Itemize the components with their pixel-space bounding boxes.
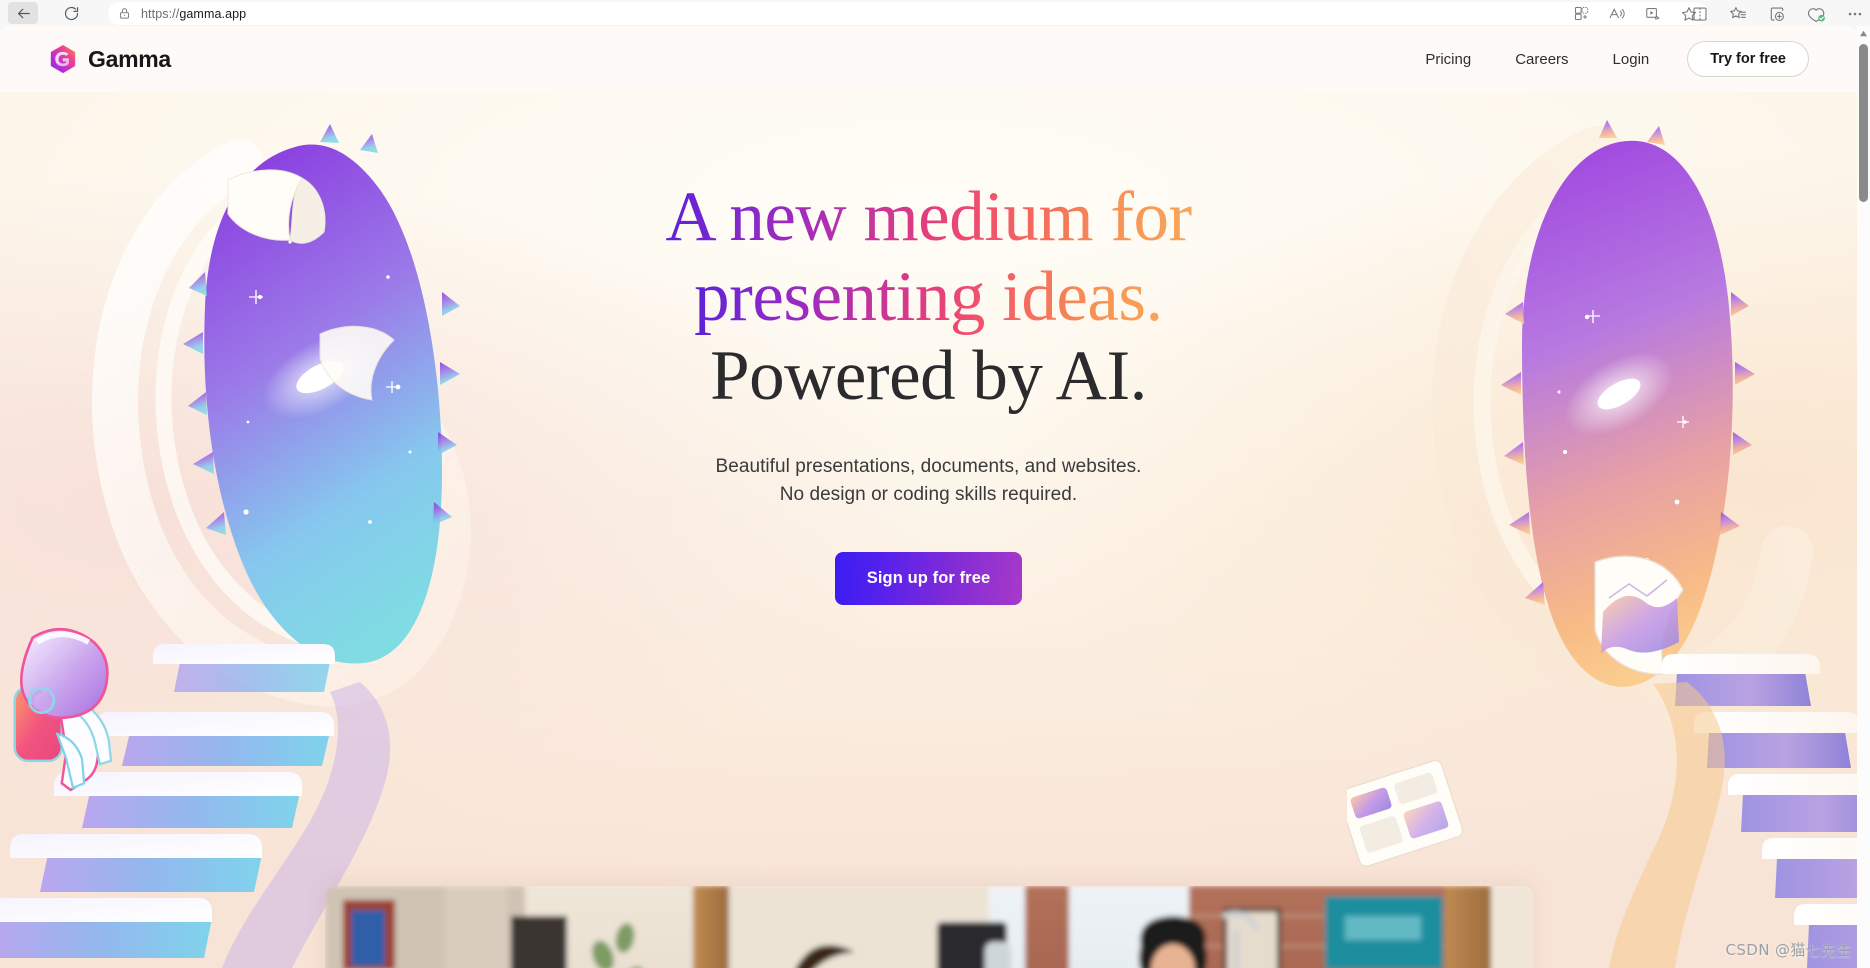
address-bar[interactable]: https://gamma.app xyxy=(108,2,1708,25)
browser-actions xyxy=(1691,2,1864,25)
nav-item-pricing[interactable]: Pricing xyxy=(1403,43,1493,76)
headline-line-1: A new medium for xyxy=(665,178,1192,256)
reload-button[interactable] xyxy=(56,2,86,24)
site-header: Gamma Pricing Careers Login Try for free xyxy=(0,26,1857,92)
lock-icon xyxy=(119,8,130,19)
try-for-free-button[interactable]: Try for free xyxy=(1687,41,1809,77)
subcopy-line-2: No design or coding skills required. xyxy=(779,484,1078,506)
hero-copy: A new medium for presenting ideas. Power… xyxy=(0,178,1857,606)
hero-subcopy: Beautiful presentations, documents, and … xyxy=(0,453,1857,511)
settings-more-icon[interactable] xyxy=(1846,5,1864,23)
page-title: A new medium for presenting ideas. Power… xyxy=(0,178,1857,417)
browser-toolbar: https://gamma.app xyxy=(0,0,1870,26)
subcopy-line-1: Beautiful presentations, documents, and … xyxy=(715,455,1142,477)
scrollbar-up-arrow-icon[interactable] xyxy=(1859,29,1868,38)
back-button[interactable] xyxy=(8,2,38,24)
read-aloud-icon[interactable] xyxy=(1608,5,1626,22)
split-screen-icon[interactable] xyxy=(1573,5,1590,22)
omnibox-actions xyxy=(1573,2,1698,25)
page-viewport: Gamma Pricing Careers Login Try for free xyxy=(0,26,1857,968)
brand-logo[interactable]: Gamma xyxy=(48,44,171,74)
back-arrow-icon xyxy=(17,8,30,18)
url-scheme: https:// xyxy=(141,6,180,21)
browser-essentials-icon[interactable] xyxy=(1806,5,1826,23)
gamma-logo-icon xyxy=(50,44,76,74)
watermark: CSDN @猫七先生 xyxy=(1725,941,1852,959)
signup-for-free-button[interactable]: Sign up for free xyxy=(834,552,1023,606)
nav-item-careers[interactable]: Careers xyxy=(1493,43,1590,76)
immersive-reader-icon[interactable] xyxy=(1644,5,1662,22)
hero-media-video[interactable] xyxy=(325,886,1533,968)
nav-item-login[interactable]: Login xyxy=(1591,43,1672,76)
site-nav: Pricing Careers Login Try for free xyxy=(1403,41,1809,77)
add-tab-group-icon[interactable] xyxy=(1768,5,1786,23)
page-scrollbar[interactable] xyxy=(1857,26,1870,968)
headline-line-3: Powered by AI. xyxy=(710,337,1147,416)
scrollbar-thumb[interactable] xyxy=(1859,44,1868,202)
url-host: gamma.app xyxy=(179,6,247,21)
reload-icon xyxy=(64,6,78,20)
headline-line-2: presenting ideas. xyxy=(694,257,1163,336)
hero-section: A new medium for presenting ideas. Power… xyxy=(0,92,1857,968)
url-text: https://gamma.app xyxy=(141,7,246,21)
split-screen-icon[interactable] xyxy=(1691,5,1709,23)
collections-icon[interactable] xyxy=(1729,5,1748,23)
brand-name: Gamma xyxy=(88,45,171,72)
